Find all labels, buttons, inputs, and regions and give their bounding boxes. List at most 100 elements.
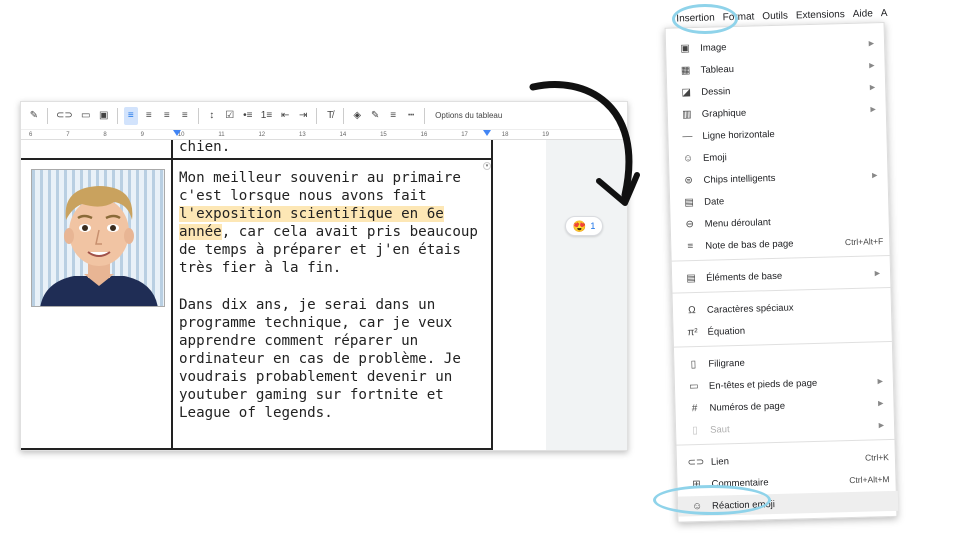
- image-icon[interactable]: ▣: [97, 107, 111, 125]
- memory-paragraph[interactable]: Mon meilleur souvenir au primaire c'est …: [179, 169, 499, 277]
- border-dash-icon[interactable]: ┅: [404, 107, 418, 125]
- menu-outils[interactable]: Outils: [762, 10, 788, 22]
- toolbar-divider: [424, 107, 426, 124]
- chevron-right-icon: ▶: [869, 62, 875, 70]
- menu-item-label: Emoji: [702, 151, 727, 164]
- table-row-border: [21, 448, 493, 450]
- memory-text-after: , car cela avait pris beaucoup de temps …: [179, 224, 478, 276]
- dropdown-icon: ⊖: [685, 218, 695, 230]
- shortcut-label: Ctrl+Alt+F: [844, 236, 884, 248]
- toolbar-divider: [197, 107, 199, 124]
- fill-color-icon[interactable]: ◈: [350, 107, 364, 125]
- checklist-icon[interactable]: ☑: [223, 107, 237, 125]
- border-width-icon[interactable]: ≡: [386, 107, 400, 125]
- drawing-icon: ◪: [681, 86, 692, 98]
- image-icon: ▣: [680, 42, 690, 54]
- menu-item-label: Note de bas de page: [705, 237, 794, 252]
- line-spacing-icon[interactable]: ↕: [205, 107, 219, 125]
- ruler-indent-marker[interactable]: [173, 130, 181, 136]
- menu-item-label: Équation: [707, 325, 746, 338]
- menu-aide[interactable]: Aide: [853, 8, 873, 20]
- table-icon: ▦: [680, 64, 691, 76]
- smart-chips-icon: ⊜: [684, 174, 693, 186]
- chevron-right-icon: ▶: [877, 378, 884, 386]
- menu-item-label: Menu déroulant: [704, 216, 771, 230]
- menu-item-footnote[interactable]: ≡ Note de bas de page Ctrl+Alt+F: [671, 231, 891, 257]
- horizontal-line-icon: —: [682, 130, 693, 142]
- menu-item-equation[interactable]: π² Équation: [673, 317, 893, 343]
- menu-item-label: Chips intelligents: [703, 172, 776, 186]
- menu-divider: [672, 286, 893, 294]
- toolbar-divider: [316, 107, 318, 124]
- menu-item-label: Lien: [710, 455, 730, 468]
- toolbar-divider: [343, 107, 345, 124]
- toolbar-divider: [47, 107, 48, 124]
- align-left-icon[interactable]: ≡: [123, 106, 138, 125]
- menu-item-label: Saut: [709, 423, 730, 436]
- future-paragraph[interactable]: Dans dix ans, je serai dans un programme…: [179, 296, 499, 422]
- header-footer-icon: ▭: [689, 380, 699, 392]
- menu-extensions[interactable]: Extensions: [796, 9, 845, 21]
- previous-cell-text[interactable]: chien.: [179, 138, 499, 156]
- menu-item-label: Numéros de page: [709, 400, 786, 414]
- footnote-icon: ≡: [687, 240, 694, 252]
- omega-icon: Ω: [688, 304, 696, 316]
- emoji-icon: ☺: [682, 152, 694, 164]
- student-avatar-image: [31, 169, 165, 307]
- building-blocks-icon: ▤: [686, 272, 696, 284]
- clear-format-icon[interactable]: T̸: [323, 107, 337, 125]
- link-icon[interactable]: ⊂⊃: [54, 107, 75, 125]
- menu-item-label: En-têtes et pieds de page: [708, 377, 818, 392]
- menu-accessibility[interactable]: A: [881, 7, 888, 18]
- insert-menu-screenshot: Insertion Format Outils Extensions Aide …: [656, 0, 899, 526]
- align-center-icon[interactable]: ≡: [142, 107, 156, 125]
- menu-item-label: Éléments de base: [705, 270, 783, 284]
- insert-dropdown: ▣ Image ▶ ▦ Tableau ▶ ◪ Dessin ▶ ▥ Graph…: [664, 22, 899, 523]
- link-icon: ⊂⊃: [687, 456, 705, 468]
- indent-more-icon[interactable]: ⇥: [296, 107, 310, 125]
- menu-item-label: Caractères spéciaux: [706, 302, 794, 316]
- numbered-list-icon[interactable]: 1≡: [259, 107, 274, 125]
- menu-divider: [671, 254, 892, 262]
- calendar-icon: ▤: [684, 196, 695, 208]
- chevron-right-icon: ▶: [869, 84, 876, 92]
- align-right-icon[interactable]: ≡: [160, 107, 174, 125]
- menu-item-building-blocks[interactable]: ▤ Éléments de base ▶: [672, 263, 892, 289]
- insertion-callout-circle: [672, 4, 738, 34]
- justify-icon[interactable]: ≡: [178, 107, 192, 125]
- pencil-icon[interactable]: ✎: [27, 107, 41, 125]
- emoji-reaction-chip[interactable]: 😍 1: [565, 216, 603, 236]
- chevron-right-icon: ▶: [870, 106, 876, 114]
- memory-text-before: Mon meilleur souvenir au primaire c'est …: [179, 170, 461, 204]
- menu-item-label: Ligne horizontale: [702, 128, 775, 142]
- ruler-tick-label: 6: [29, 132, 33, 138]
- chevron-right-icon: ▶: [868, 40, 875, 48]
- table-options-button[interactable]: Options du tableau: [431, 111, 502, 120]
- table-column-border: [171, 140, 173, 450]
- shortcut-label: Ctrl+Alt+M: [849, 474, 890, 486]
- chevron-right-icon: ▶: [872, 172, 878, 180]
- menu-item-label: Filigrane: [708, 357, 745, 370]
- indent-less-icon[interactable]: ⇤: [278, 107, 292, 125]
- ruler-right-marker[interactable]: [483, 130, 491, 136]
- ruler-tick-label: 18: [501, 132, 509, 138]
- reaction-count: 1: [590, 221, 596, 231]
- curved-arrow-icon: [529, 80, 640, 206]
- menu-divider: [673, 340, 894, 348]
- menu-item-label: Dessin: [701, 85, 731, 98]
- border-color-icon[interactable]: ✎: [368, 107, 382, 125]
- shortcut-label: Ctrl+K: [864, 452, 890, 463]
- ruler-tick-label: 8: [103, 132, 107, 138]
- menu-item-label: Date: [703, 195, 725, 208]
- watermark-icon: ▯: [690, 358, 697, 370]
- toolbar-divider: [116, 107, 118, 124]
- hash-icon: #: [691, 402, 698, 414]
- ruler-tick-label: 7: [66, 132, 70, 138]
- bullet-list-icon[interactable]: •≡: [241, 107, 255, 125]
- ruler-tick-label: 9: [140, 132, 144, 138]
- menu-item-label: Image: [699, 41, 727, 54]
- comment-icon[interactable]: ▭: [79, 107, 93, 125]
- chart-icon: ▥: [681, 108, 692, 120]
- menu-item-break: ▯ Saut ▶: [676, 415, 896, 441]
- menu-divider: [676, 438, 897, 446]
